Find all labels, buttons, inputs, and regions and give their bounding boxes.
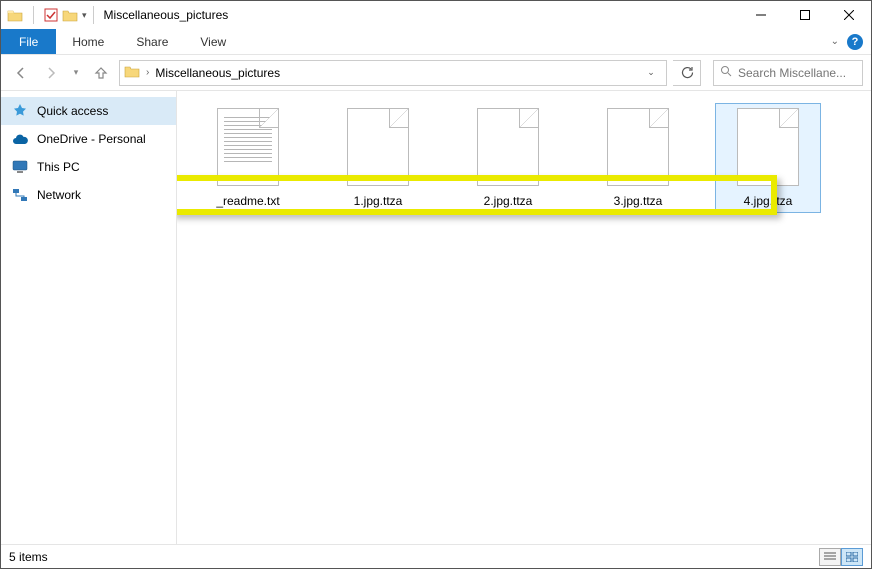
search-icon (720, 65, 732, 80)
file-label: 3.jpg.ttza (614, 194, 663, 208)
check-icon[interactable] (44, 8, 58, 22)
address-bar[interactable]: › Miscellaneous_pictures ⌄ (119, 60, 667, 86)
sidebar-item-this-pc[interactable]: This PC (1, 153, 176, 181)
file-thumb-txt (217, 108, 279, 186)
refresh-button[interactable] (673, 60, 701, 86)
network-icon (11, 186, 29, 204)
star-icon (11, 102, 29, 120)
file-item[interactable]: 4.jpg.ttza (715, 103, 821, 213)
file-item[interactable]: 1.jpg.ttza (325, 103, 431, 213)
file-thumb-blank (347, 108, 409, 186)
ribbon-tabs: File Home Share View ⌄ ? (1, 29, 871, 55)
file-item[interactable]: _readme.txt (195, 103, 301, 213)
content-pane[interactable]: _readme.txt 1.jpg.ttza 2.jpg.ttza 3.jpg.… (177, 91, 871, 544)
minimize-button[interactable] (739, 1, 783, 29)
sidebar-item-quick-access[interactable]: Quick access (1, 97, 176, 125)
up-button[interactable] (89, 61, 113, 85)
search-input[interactable] (738, 66, 856, 80)
file-thumb-blank (477, 108, 539, 186)
divider (33, 6, 34, 24)
file-label: 1.jpg.ttza (354, 194, 403, 208)
titlebar: ▾ Miscellaneous_pictures (1, 1, 871, 29)
forward-button[interactable] (39, 61, 63, 85)
ribbon-chevron-icon[interactable]: ⌄ (831, 36, 839, 47)
address-segment[interactable]: Miscellaneous_pictures (155, 66, 280, 80)
navigation-pane: Quick access OneDrive - Personal This PC… (1, 91, 177, 544)
explorer-window: ▾ Miscellaneous_pictures File Home Share… (0, 0, 872, 569)
help-icon[interactable]: ? (847, 34, 863, 50)
sidebar-item-label: Network (37, 188, 81, 202)
back-button[interactable] (9, 61, 33, 85)
qat-folder-icon[interactable] (62, 8, 78, 22)
folder-icon (7, 8, 23, 22)
file-grid: _readme.txt 1.jpg.ttza 2.jpg.ttza 3.jpg.… (195, 103, 853, 213)
cloud-icon (11, 130, 29, 148)
file-label: _readme.txt (216, 194, 279, 208)
address-dropdown-icon[interactable]: ⌄ (640, 67, 662, 78)
status-bar: 5 items (1, 544, 871, 568)
body: Quick access OneDrive - Personal This PC… (1, 91, 871, 544)
recent-dropdown-icon[interactable]: ▾ (69, 61, 83, 85)
view-toggle (819, 548, 863, 566)
thumbnails-view-button[interactable] (841, 548, 863, 566)
maximize-button[interactable] (783, 1, 827, 29)
monitor-icon (11, 158, 29, 176)
tab-home[interactable]: Home (56, 29, 120, 54)
divider (93, 6, 94, 24)
status-item-count: 5 items (9, 550, 48, 564)
tab-share[interactable]: Share (120, 29, 184, 54)
sidebar-item-onedrive[interactable]: OneDrive - Personal (1, 125, 176, 153)
search-box[interactable] (713, 60, 863, 86)
file-item[interactable]: 2.jpg.ttza (455, 103, 561, 213)
sidebar-item-network[interactable]: Network (1, 181, 176, 209)
sidebar-item-label: This PC (37, 160, 80, 174)
address-folder-icon (124, 64, 140, 81)
file-label: 2.jpg.ttza (484, 194, 533, 208)
window-title: Miscellaneous_pictures (104, 8, 229, 22)
sidebar-item-label: OneDrive - Personal (37, 132, 146, 146)
navigation-bar: ▾ › Miscellaneous_pictures ⌄ (1, 55, 871, 91)
close-button[interactable] (827, 1, 871, 29)
tab-view[interactable]: View (184, 29, 242, 54)
sidebar-item-label: Quick access (37, 104, 108, 118)
file-thumb-blank (737, 108, 799, 186)
file-thumb-blank (607, 108, 669, 186)
details-view-button[interactable] (819, 548, 841, 566)
file-tab[interactable]: File (1, 29, 56, 54)
qat-dropdown-icon[interactable]: ▾ (82, 10, 87, 21)
file-item[interactable]: 3.jpg.ttza (585, 103, 691, 213)
file-label: 4.jpg.ttza (744, 194, 793, 208)
chevron-right-icon[interactable]: › (146, 67, 149, 78)
quick-access-toolbar: ▾ (7, 6, 87, 24)
